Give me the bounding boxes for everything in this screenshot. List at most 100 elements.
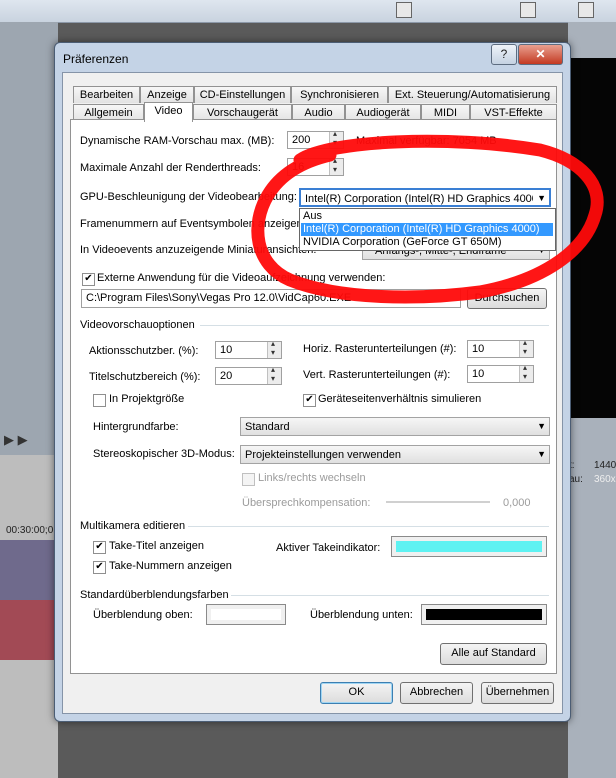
spin-arrows-icon[interactable]	[329, 129, 343, 148]
project-size-checkbox[interactable]	[93, 394, 106, 407]
take-numbers-checkbox[interactable]: ✔	[93, 561, 106, 574]
toolbar-icon[interactable]	[578, 2, 594, 18]
aspect-label: Geräteseitenverhältnis simulieren	[318, 393, 482, 405]
gpu-option-nvidia[interactable]: NVIDIA Corporation (GeForce GT 650M)	[301, 236, 553, 249]
active-take-color-button[interactable]	[391, 536, 547, 557]
crosstalk-slider[interactable]	[386, 501, 490, 503]
action-safe-stepper[interactable]: 10	[215, 339, 282, 359]
active-take-color-swatch	[396, 541, 542, 552]
external-app-label: Externe Anwendung für die Videoaufzeichn…	[97, 272, 386, 284]
timeline-time: 00:30:00;0	[6, 525, 54, 536]
vert-grid-label: Vert. Rasterunterteilungen (#):	[303, 369, 451, 381]
aspect-checkbox[interactable]: ✔	[303, 394, 316, 407]
ram-preview-stepper[interactable]: 200	[287, 129, 344, 149]
spin-arrows-icon[interactable]	[267, 365, 281, 384]
ok-button[interactable]: OK	[320, 682, 393, 704]
browse-button[interactable]: Durchsuchen	[467, 288, 547, 309]
toolbar-icon[interactable]	[396, 2, 412, 18]
stereo-mode-select[interactable]: Projekteinstellungen verwenden ▼	[240, 445, 550, 464]
apply-button[interactable]: Übernehmen	[481, 682, 554, 704]
tab-anzeige[interactable]: Anzeige	[140, 86, 194, 103]
thumbnails-label: In Videoevents anzuzeigende Miniaturansi…	[80, 244, 317, 256]
gpu-dropdown-list: Aus Intel(R) Corporation (Intel(R) HD Gr…	[299, 208, 556, 251]
render-threads-value: 16	[292, 161, 305, 173]
crossfade-bottom-label: Überblendung unten:	[310, 609, 413, 621]
crossfade-bottom-color-button[interactable]	[421, 604, 547, 625]
swap-label: Links/rechts wechseln	[258, 472, 366, 484]
help-button[interactable]: ?	[491, 44, 517, 65]
vert-grid-stepper[interactable]: 10	[467, 363, 534, 383]
background-track-audio	[0, 600, 58, 660]
crossfade-top-label: Überblendung oben:	[93, 609, 193, 621]
ram-preview-value: 200	[292, 134, 311, 146]
horiz-grid-stepper[interactable]: 10	[467, 338, 534, 358]
preview-section-label: Videovorschauoptionen	[80, 319, 195, 331]
gpu-select[interactable]: Intel(R) Corporation (Intel(R) HD Graphi…	[299, 188, 551, 207]
swap-checkbox[interactable]	[242, 473, 255, 486]
external-app-checkbox[interactable]: ✔	[82, 273, 95, 286]
frame-numbers-label: Framenummern auf Eventsymbolen anzeigen …	[80, 218, 323, 230]
project-size-label: In Projektgröße	[109, 393, 185, 405]
horiz-grid-label: Horiz. Rasterunterteilungen (#):	[303, 343, 457, 355]
section-divider	[231, 595, 549, 596]
background-value-4: au:	[569, 474, 583, 485]
background-value-1: 1440	[594, 460, 616, 471]
title-safe-value: 20	[220, 370, 233, 382]
ram-preview-label: Dynamische RAM-Vorschau max. (MB):	[80, 135, 275, 147]
gpu-selected-value: Intel(R) Corporation (Intel(R) HD Graphi…	[305, 193, 533, 205]
external-app-path-field[interactable]: C:\Program Files\Sony\Vegas Pro 12.0\Vid…	[81, 289, 461, 308]
external-app-path-value: C:\Program Files\Sony\Vegas Pro 12.0\Vid…	[86, 292, 352, 304]
tab-bearbeiten[interactable]: Bearbeiten	[73, 86, 140, 103]
cancel-button[interactable]: Abbrechen	[400, 682, 473, 704]
gpu-option-intel[interactable]: Intel(R) Corporation (Intel(R) HD Graphi…	[301, 223, 553, 236]
spin-arrows-icon[interactable]	[519, 338, 533, 357]
crossfade-top-swatch	[211, 609, 281, 620]
section-divider	[188, 526, 549, 527]
background-color-select[interactable]: Standard ▼	[240, 417, 550, 436]
background-transport-controls[interactable]: ▶ ▶	[4, 432, 54, 447]
spin-arrows-icon[interactable]	[267, 339, 281, 358]
crosstalk-value: 0,000	[503, 497, 531, 509]
chevron-down-icon[interactable]: ▼	[537, 421, 546, 431]
background-value-2: 360x	[594, 474, 616, 485]
spin-arrows-icon[interactable]	[329, 156, 343, 175]
play-icon[interactable]: ▶ ▶	[4, 432, 28, 447]
background-color-value: Standard	[245, 421, 290, 433]
horiz-grid-value: 10	[472, 343, 485, 355]
background-video-preview	[570, 58, 616, 418]
background-color-label: Hintergrundfarbe:	[93, 421, 179, 433]
gpu-label: GPU-Beschleunigung der Videobearbeitung:	[80, 191, 297, 203]
crosstalk-label: Übersprechkompensation:	[242, 497, 371, 509]
chevron-down-icon[interactable]: ▼	[537, 193, 546, 203]
gpu-option-aus[interactable]: Aus	[301, 210, 553, 223]
tab-synchronisieren[interactable]: Synchronisieren	[291, 86, 388, 103]
title-safe-stepper[interactable]: 20	[215, 365, 282, 385]
dialog-title: Präferenzen	[63, 52, 129, 66]
reset-defaults-button[interactable]: Alle auf Standard	[440, 643, 547, 665]
tab-cd-einstellungen[interactable]: CD-Einstellungen	[194, 86, 291, 103]
take-titles-checkbox[interactable]: ✔	[93, 541, 106, 554]
tab-ext-steuerung[interactable]: Ext. Steuerung/Automatisierung	[388, 86, 557, 103]
stereo-mode-value: Projekteinstellungen verwenden	[245, 449, 401, 461]
take-numbers-label: Take-Nummern anzeigen	[109, 560, 232, 572]
render-threads-stepper[interactable]: 16	[287, 156, 344, 176]
multicam-section-label: Multikamera editieren	[80, 520, 186, 532]
tab-video[interactable]: Video	[144, 102, 193, 122]
crossfade-top-color-button[interactable]	[206, 604, 286, 625]
chevron-down-icon[interactable]: ▼	[537, 449, 546, 459]
section-divider	[200, 325, 549, 326]
close-button[interactable]: ✕	[518, 44, 563, 65]
action-safe-value: 10	[220, 344, 233, 356]
render-threads-label: Maximale Anzahl der Renderthreads:	[80, 162, 261, 174]
background-track-video	[0, 540, 58, 600]
active-take-label: Aktiver Takeindikator:	[276, 542, 381, 554]
crossfade-bottom-swatch	[426, 609, 542, 620]
take-titles-label: Take-Titel anzeigen	[109, 540, 204, 552]
stereo-mode-label: Stereoskopischer 3D-Modus:	[93, 448, 235, 460]
ram-available-text: Maximal verfügbar: 7054 MB	[356, 135, 497, 147]
dialog-titlebar[interactable]: Präferenzen ? ✕	[55, 43, 570, 71]
spin-arrows-icon[interactable]	[519, 363, 533, 382]
crossfade-section-label: Standardüberblendungsfarben	[80, 589, 229, 601]
toolbar-icon[interactable]	[520, 2, 536, 18]
vert-grid-value: 10	[472, 368, 485, 380]
